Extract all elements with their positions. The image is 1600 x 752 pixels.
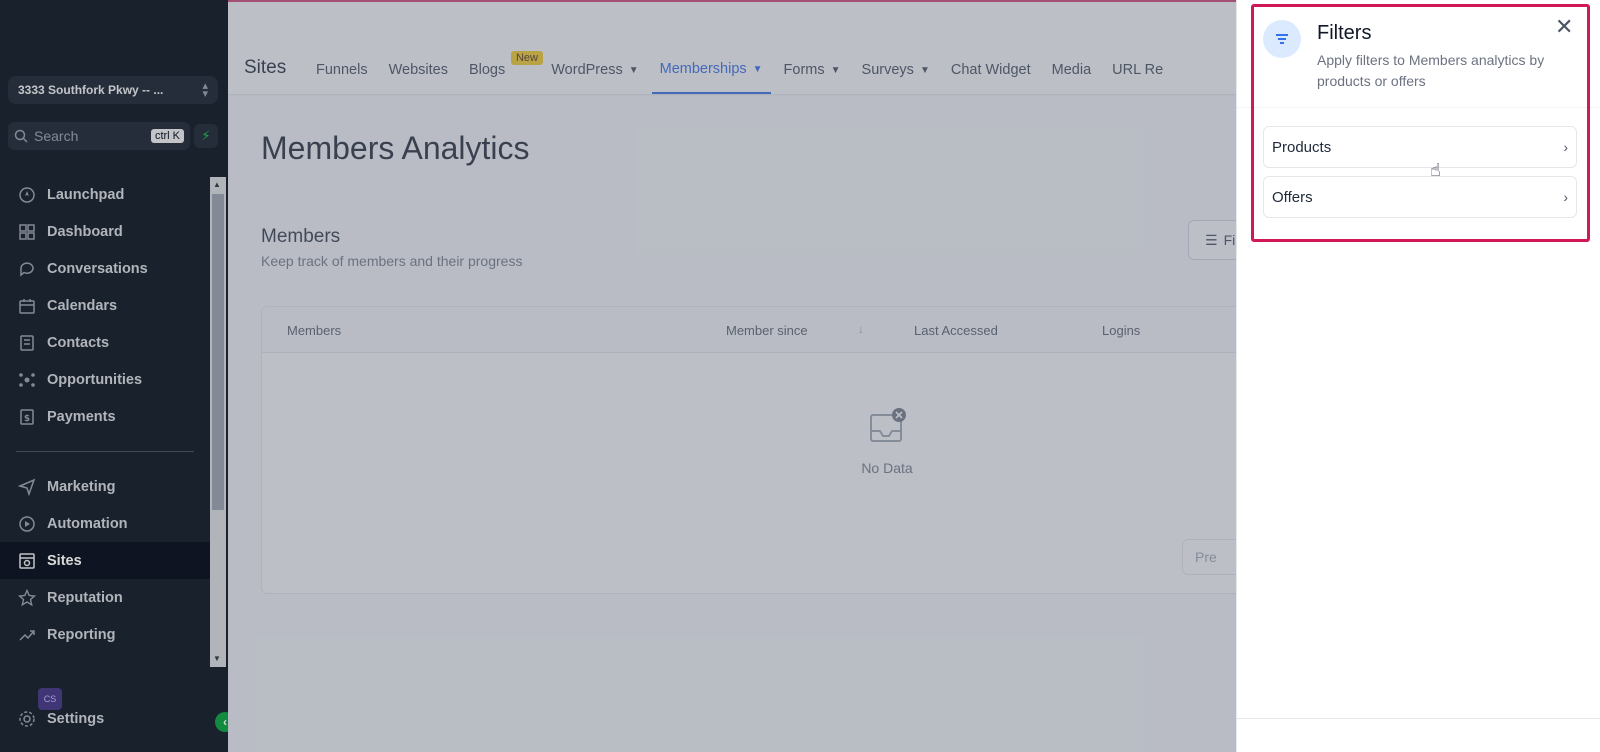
modal-backdrop-sidebar[interactable] [0, 0, 228, 752]
highlight-box [1251, 4, 1590, 242]
hand-cursor-icon: ☝ [1430, 160, 1441, 180]
modal-backdrop[interactable] [228, 0, 1238, 752]
drawer-footer-divider [1237, 718, 1600, 719]
